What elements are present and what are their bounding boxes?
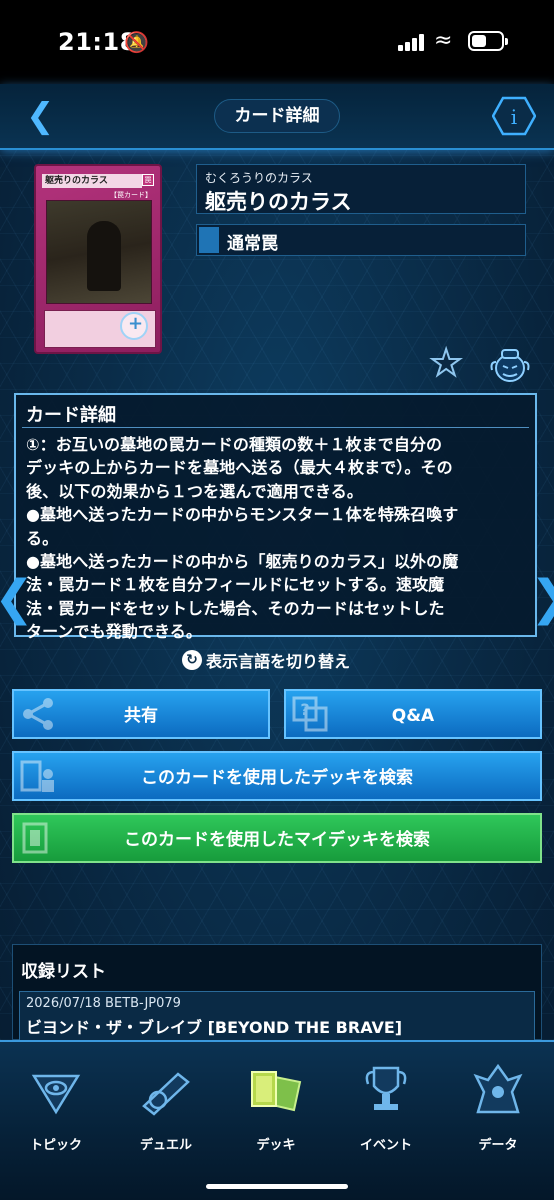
nav-data[interactable]: データ: [448, 1056, 548, 1166]
wifi-icon: ≈: [434, 28, 453, 53]
detail-line: ●墓地へ送ったカードの中からモンスター１体を特殊召喚す: [26, 505, 459, 525]
nav-deck[interactable]: デッキ: [226, 1056, 326, 1166]
signal-icon: [398, 33, 426, 51]
nav-duel-label: デュエル: [139, 1138, 192, 1153]
detail-line: 法・罠カードをセットした場合、そのカードはセットした: [26, 598, 445, 618]
detail-line: る。: [26, 528, 59, 548]
page-title: カード詳細: [214, 99, 340, 133]
svg-text:i: i: [511, 105, 517, 129]
mydeck-icon: [22, 822, 48, 854]
nav-deck-label: デッキ: [256, 1138, 296, 1153]
bottom-nav: トピック デュエル デッキ イベント データ: [0, 1040, 554, 1200]
mute-bell-icon: 🔕: [124, 30, 149, 54]
millennium-eye-icon: [31, 1074, 81, 1115]
card-detail-panel: カード詳細 ①：お互いの墓地の罠カードの種類の数＋１枚まで自分の デッキの上から…: [14, 393, 537, 641]
detail-line: ●墓地へ送ったカードの中から「躯売りのカラス」以外の魔: [26, 552, 459, 572]
next-card-arrow-icon[interactable]: ❯: [530, 570, 554, 626]
deck-cards-icon: [251, 1071, 302, 1112]
list-item[interactable]: 2026/07/18 BETB-JP079 ビヨンド・ザ・ブレイブ [BEYON…: [19, 991, 535, 1041]
search-mydeck-label: このカードを使用したマイデッキを検索: [124, 830, 430, 850]
detail-divider: [22, 427, 529, 428]
nav-topic-label: トピック: [29, 1138, 82, 1153]
share-icon: [23, 698, 53, 730]
app-header: ❮ カード詳細 i: [0, 84, 554, 150]
nav-event[interactable]: イベント: [336, 1056, 436, 1166]
release-name: ビヨンド・ザ・ブレイブ [BEYOND THE BRAVE]: [26, 1018, 403, 1037]
nav-event-label: イベント: [359, 1138, 412, 1153]
switch-language-link[interactable]: ↻ 表示言語を切り替え: [182, 648, 350, 672]
qa-button[interactable]: ? Q&A: [284, 689, 542, 739]
search-mydeck-button[interactable]: このカードを使用したマイデッキを検索: [12, 813, 542, 863]
release-list: 収録リスト 2026/07/18 BETB-JP079 ビヨンド・ザ・ブレイブ …: [12, 944, 542, 1041]
status-bar: 21:18 🔕 ≈: [0, 0, 554, 84]
card-name: 躯売りのカラス: [205, 190, 352, 214]
duelist-icon: [473, 1063, 523, 1114]
trap-attribute-icon: 罠: [142, 174, 154, 186]
prev-card-arrow-icon[interactable]: ❮: [0, 570, 34, 626]
share-label: 共有: [124, 706, 158, 726]
favorite-star-icon[interactable]: ★: [429, 345, 463, 383]
card-type: 通常罠: [227, 234, 278, 254]
detail-heading: カード詳細: [26, 405, 116, 426]
deck-search-icon: [20, 760, 54, 792]
release-list-heading: 収録リスト: [21, 962, 106, 982]
release-meta: 2026/07/18 BETB-JP079: [26, 996, 181, 1011]
card-type-box: 通常罠: [196, 224, 526, 256]
back-button[interactable]: ❮: [26, 96, 55, 136]
qa-icon: ?: [292, 696, 328, 732]
detail-text: ①：お互いの墓地の罠カードの種類の数＋１枚まで自分の デッキの上からカードを墓地…: [26, 433, 531, 644]
battery-icon: [468, 31, 508, 51]
duel-disk-icon: [142, 1072, 190, 1116]
card-image-title: 躯売りのカラス: [42, 174, 142, 188]
switch-language-icon: ↻: [182, 650, 202, 670]
pot-of-greed-icon[interactable]: [488, 344, 532, 384]
detail-line: ターンでも発動できる。: [26, 622, 202, 642]
detail-line: 法・罠カード１枚を自分フィールドにセットする。速攻魔: [26, 575, 445, 595]
detail-line: デッキの上からカードを墓地へ送る（最大４枚まで）。その: [26, 458, 453, 478]
detail-line: ①：お互いの墓地の罠カードの種類の数＋１枚まで自分の: [26, 435, 443, 454]
card-type-swatch: [199, 227, 219, 253]
card-ruby: むくろうりのカラス: [205, 171, 313, 185]
qa-label: Q&A: [391, 706, 435, 726]
nav-duel[interactable]: デュエル: [116, 1056, 216, 1166]
card-name-box: むくろうりのカラス 躯売りのカラス: [196, 164, 526, 214]
trophy-icon: [365, 1066, 407, 1110]
card-artwork: [46, 200, 152, 304]
home-indicator[interactable]: [206, 1184, 348, 1189]
zoom-icon[interactable]: [120, 312, 148, 340]
search-deck-button[interactable]: このカードを使用したデッキを検索: [12, 751, 542, 801]
search-deck-label: このカードを使用したデッキを検索: [141, 768, 413, 788]
card-image-type: 【罠カード】: [110, 191, 152, 199]
nav-data-label: データ: [478, 1138, 518, 1153]
nav-topic[interactable]: トピック: [6, 1056, 106, 1166]
info-icon[interactable]: i: [491, 96, 537, 136]
detail-line: 後、以下の効果から１つを選んで適用できる。: [26, 481, 363, 501]
switch-language-label: 表示言語を切り替え: [206, 652, 351, 671]
share-button[interactable]: 共有: [12, 689, 270, 739]
